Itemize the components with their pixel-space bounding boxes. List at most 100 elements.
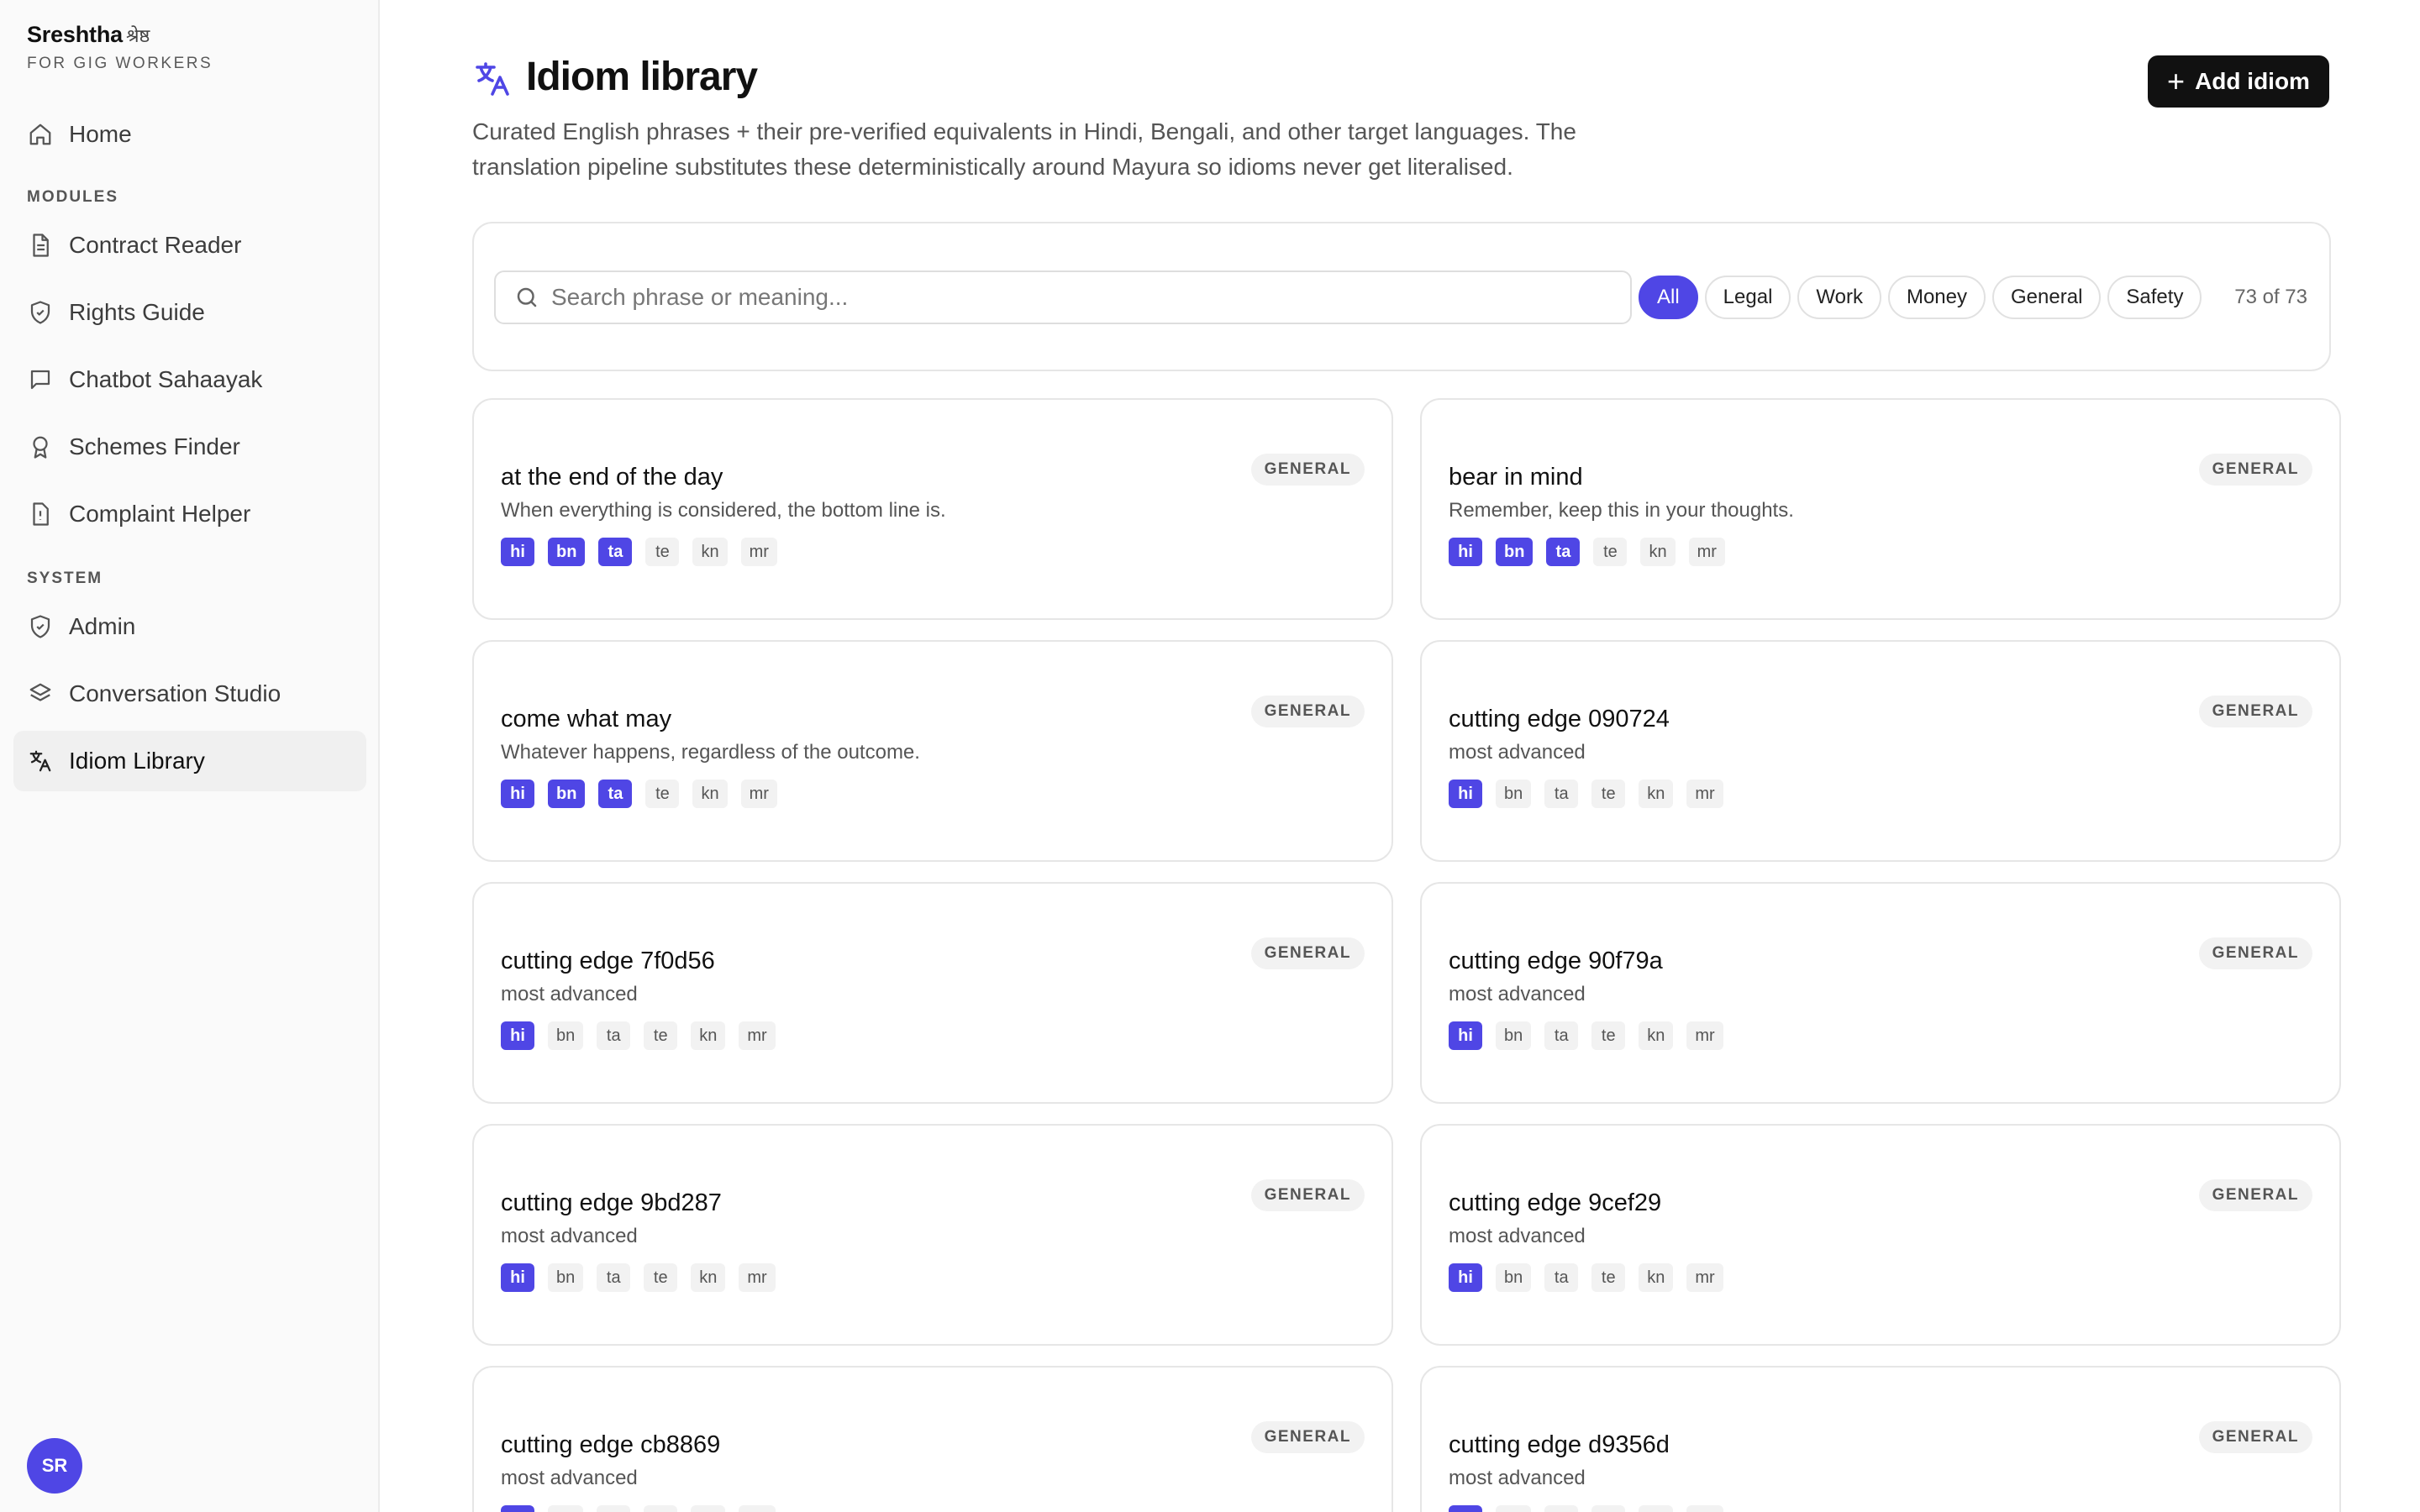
translate-icon [472, 59, 513, 99]
lang-badge-bn: bn [548, 780, 586, 808]
idiom-meaning: most advanced [1449, 741, 1586, 764]
sidebar-item-rights-guide[interactable]: Rights Guide [13, 282, 366, 343]
brand-subtitle: FOR GIG WORKERS [27, 55, 213, 72]
lang-badge-te: te [1593, 538, 1628, 566]
lang-badge-hi: hi [1449, 538, 1482, 566]
idiom-card[interactable]: cutting edge 9bd287 most advanced GENERAL h… [472, 1124, 1393, 1346]
add-idiom-button[interactable]: + Add idiom [2148, 55, 2329, 108]
language-badges: hibntateknmr [1449, 1021, 1737, 1050]
home-icon [27, 121, 54, 148]
category-badge: GENERAL [2198, 1421, 2312, 1453]
idiom-card[interactable]: bear in mind Remember, keep this in your … [1420, 398, 2341, 620]
lang-badge-mr: mr [1686, 1021, 1723, 1050]
lang-badge-ta: ta [597, 1505, 631, 1512]
category-badge: GENERAL [2198, 937, 2312, 969]
idiom-card[interactable]: at the end of the day When everything is … [472, 398, 1393, 620]
filter-chip-general[interactable]: General [1992, 276, 2102, 319]
lang-badge-ta: ta [597, 1021, 631, 1050]
idiom-phrase: bear in mind [1449, 464, 1583, 491]
document-icon [27, 232, 54, 259]
language-badges: hibntateknmr [501, 1021, 789, 1050]
page-title: Idiom library [526, 55, 758, 99]
chat-icon [27, 366, 54, 393]
filter-chip-work[interactable]: Work [1797, 276, 1881, 319]
lang-badge-kn: kn [692, 538, 728, 566]
idiom-phrase: cutting edge cb8869 [501, 1431, 721, 1458]
filter-chip-safety[interactable]: Safety [2107, 276, 2202, 319]
search-icon [514, 285, 539, 310]
filter-chip-all[interactable]: All [1639, 276, 1698, 319]
sidebar-item-admin[interactable]: Admin [13, 596, 366, 657]
award-icon [27, 433, 54, 460]
idiom-card[interactable]: cutting edge 90f79a most advanced GENERAL h… [1420, 882, 2341, 1104]
lang-badge-mr: mr [740, 538, 777, 566]
sidebar-item-contract-reader[interactable]: Contract Reader [13, 215, 366, 276]
sidebar-item-home[interactable]: Home [13, 104, 366, 165]
lang-badge-kn: kn [1639, 780, 1674, 808]
idiom-meaning: most advanced [1449, 1225, 1586, 1247]
category-badge: GENERAL [1250, 1179, 1365, 1211]
brand-script: श्रेष्ठ [125, 26, 150, 47]
search-input[interactable] [551, 284, 1630, 311]
layers-icon [27, 680, 54, 707]
lang-badge-hi: hi [1449, 1021, 1482, 1050]
sidebar-item-label: Admin [69, 613, 136, 639]
idiom-card[interactable]: cutting edge cb8869 most advanced GENERAL h… [472, 1366, 1393, 1512]
filter-bar: All Legal Work Money General Safety 73 o… [472, 222, 2331, 371]
idiom-card[interactable]: cutting edge 090724 most advanced GENERAL h… [1420, 640, 2341, 862]
idiom-meaning: most advanced [501, 1467, 638, 1489]
lang-badge-bn: bn [1496, 1505, 1532, 1512]
lang-badge-te: te [1591, 1021, 1626, 1050]
translate-icon [27, 748, 54, 774]
idiom-meaning: Whatever happens, regardless of the outc… [501, 741, 920, 764]
filter-chip-money[interactable]: Money [1887, 276, 1986, 319]
idiom-phrase: cutting edge 9bd287 [501, 1189, 722, 1216]
shield-check-icon [27, 613, 54, 640]
brand-title: Sreshtha [27, 22, 123, 47]
filter-chip-legal[interactable]: Legal [1704, 276, 1791, 319]
sidebar-item-conversation-studio[interactable]: Conversation Studio [13, 664, 366, 724]
lang-badge-bn: bn [1496, 538, 1534, 566]
lang-badge-kn: kn [691, 1263, 726, 1292]
lang-badge-te: te [1591, 1263, 1626, 1292]
sidebar-item-label: Chatbot Sahaayak [69, 366, 263, 392]
lang-badge-hi: hi [1449, 1263, 1482, 1292]
lang-badge-bn: bn [548, 1505, 584, 1512]
lang-badge-kn: kn [691, 1021, 726, 1050]
idiom-phrase: cutting edge 7f0d56 [501, 948, 715, 974]
sidebar-item-idiom-library[interactable]: Idiom Library [13, 731, 366, 791]
sidebar-item-complaint-helper[interactable]: Complaint Helper [13, 484, 366, 544]
lang-badge-mr: mr [1686, 1263, 1723, 1292]
lang-badge-hi: hi [1449, 1505, 1482, 1512]
lang-badge-kn: kn [1640, 538, 1676, 566]
lang-badge-te: te [1591, 780, 1626, 808]
sidebar-item-label: Complaint Helper [69, 501, 251, 527]
lang-badge-mr: mr [1686, 1505, 1723, 1512]
lang-badge-hi: hi [1449, 780, 1482, 808]
language-badges: hibntateknmr [1449, 780, 1737, 808]
lang-badge-kn: kn [1639, 1263, 1674, 1292]
lang-badge-mr: mr [739, 1505, 776, 1512]
lang-badge-mr: mr [1686, 780, 1723, 808]
sidebar-item-schemes-finder[interactable]: Schemes Finder [13, 417, 366, 477]
sidebar-item-label: Idiom Library [69, 748, 205, 774]
idiom-phrase: come what may [501, 706, 672, 732]
lang-badge-bn: bn [548, 538, 586, 566]
alert-file-icon [27, 501, 54, 528]
idiom-card[interactable]: cutting edge 9cef29 most advanced GENERAL h… [1420, 1124, 2341, 1346]
category-badge: GENERAL [1250, 1421, 1365, 1453]
sidebar-item-chatbot-sahaayak[interactable]: Chatbot Sahaayak [13, 349, 366, 410]
idiom-meaning: most advanced [501, 1225, 638, 1247]
idiom-meaning: When everything is considered, the botto… [501, 499, 946, 522]
idiom-card[interactable]: cutting edge 7f0d56 most advanced GENERAL h… [472, 882, 1393, 1104]
idiom-card[interactable]: cutting edge d9356d most advanced GENERAL h… [1420, 1366, 2341, 1512]
sidebar-item-label: Schemes Finder [69, 433, 240, 459]
plus-icon: + [2167, 64, 2186, 98]
lang-badge-hi: hi [501, 780, 534, 808]
lang-badge-mr: mr [740, 780, 777, 808]
lang-badge-bn: bn [548, 1263, 584, 1292]
avatar[interactable]: SR [27, 1438, 82, 1494]
idiom-card[interactable]: come what may Whatever happens, regardles… [472, 640, 1393, 862]
lang-badge-ta: ta [1544, 1021, 1579, 1050]
shield-icon [27, 299, 54, 326]
